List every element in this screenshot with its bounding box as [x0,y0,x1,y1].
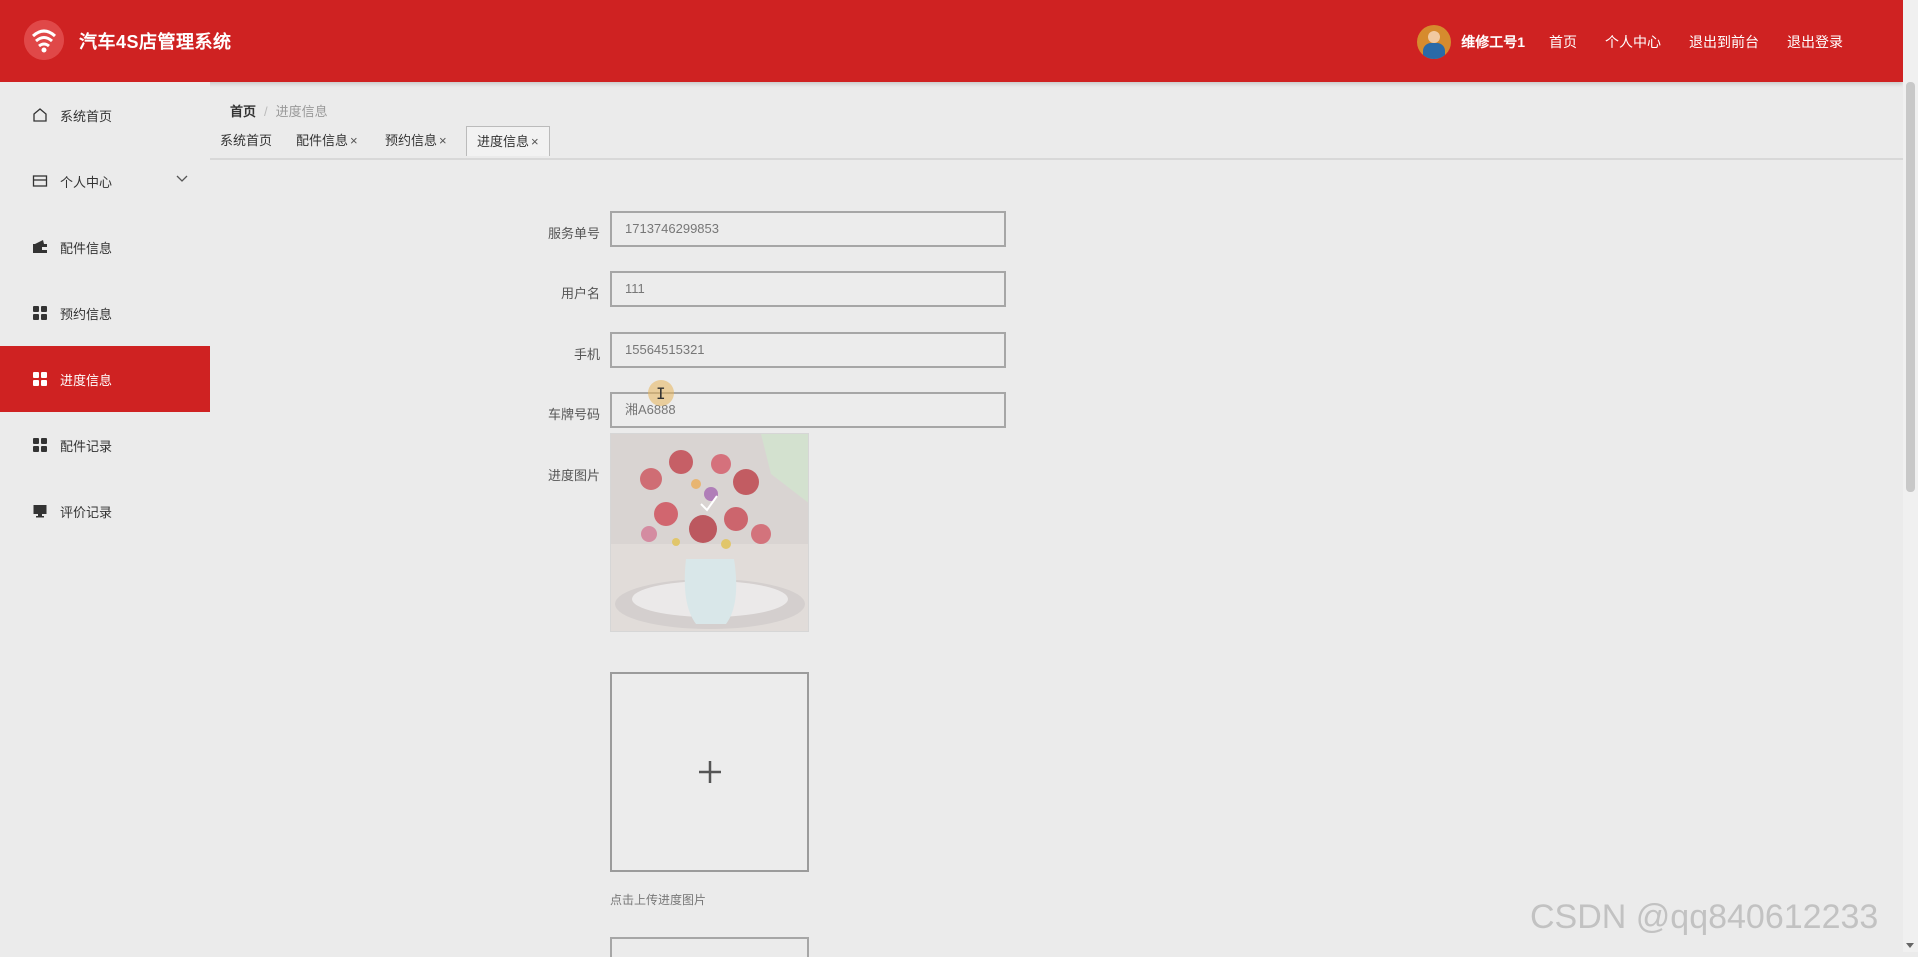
monitor-icon [32,503,48,519]
service-no-label: 服务单号 [547,226,600,241]
vertical-scrollbar[interactable] [1903,0,1918,952]
scroll-down-arrow-icon[interactable] [1906,943,1914,948]
phone-label: 手机 [573,347,600,362]
nav-profile-link[interactable]: 个人中心 [1605,32,1661,52]
sidebar: 系统首页 个人中心 配件信息 预约信息 进度信息 配件记录 评价记录 [0,82,210,952]
home-icon [32,107,48,123]
username: 维修工号1 [1461,34,1525,50]
sidebar-item-label: 预约信息 [60,306,113,322]
sidebar-item-label: 进度信息 [60,372,113,388]
user-info[interactable]: 维修工号1 [1417,25,1525,59]
breadcrumb-home[interactable]: 首页 [230,104,256,119]
partial-select-field[interactable] [610,937,809,957]
tab-label: 预约信息 [385,133,438,148]
progress-image-preview[interactable] [610,433,809,632]
nav-logout-link[interactable]: 退出登录 [1787,32,1843,52]
avatar [1417,25,1452,59]
upload-image-button[interactable] [610,672,809,872]
sidebar-item-label: 系统首页 [60,108,113,124]
scroll-thumb[interactable] [1906,82,1915,492]
tab-label: 系统首页 [220,133,273,148]
tab-label: 配件信息 [296,133,349,148]
tab-home[interactable]: 系统首页 [210,126,282,156]
sidebar-item-label: 个人中心 [60,174,113,190]
sidebar-item-label: 配件记录 [60,438,113,454]
partial-field-label [543,946,603,956]
grid-icon [32,305,48,321]
sidebar-item-home[interactable]: 系统首页 [0,82,210,148]
progress-image-label: 进度图片 [547,468,600,483]
phone-field[interactable]: 15564515321 [610,332,1006,368]
tab-parts[interactable]: 配件信息 × [286,126,368,156]
nav-home-link[interactable]: 首页 [1549,32,1577,52]
flower-vase-image [611,434,808,631]
app-logo [24,20,64,60]
breadcrumb: 首页 / 进度信息 [230,101,328,120]
close-icon[interactable]: × [439,133,447,148]
sidebar-item-profile[interactable]: 个人中心 [0,148,210,214]
tab-progress[interactable]: 进度信息 × [466,126,550,156]
sidebar-item-label: 评价记录 [60,504,113,520]
sidebar-item-parts-record[interactable]: 配件记录 [0,412,210,478]
sidebar-item-label: 配件信息 [60,240,113,256]
header-nav: 维修工号1 首页 个人中心 退出到前台 退出登录 [1417,25,1843,59]
breadcrumb-current: 进度信息 [275,104,328,119]
grid-icon [32,437,48,453]
top-header: 汽车4S店管理系统 维修工号1 首页 个人中心 退出到前台 退出登录 [0,0,1903,82]
text-cursor-icon: I [656,384,666,403]
close-icon[interactable]: × [350,133,358,148]
wallet-icon [32,239,48,255]
chevron-down-icon [176,172,188,187]
tab-bar: 系统首页 配件信息 × 预约信息 × 进度信息 × [210,126,1903,160]
plate-label: 车牌号码 [547,407,600,422]
close-icon[interactable]: × [531,134,539,149]
upload-hint: 点击上传进度图片 [610,893,707,907]
sidebar-item-review[interactable]: 评价记录 [0,478,210,544]
breadcrumb-separator: / [264,104,268,119]
sidebar-item-reservation[interactable]: 预约信息 [0,280,210,346]
card-icon [32,173,48,189]
tab-reservation[interactable]: 预约信息 × [375,126,457,156]
grid-icon [32,371,48,387]
service-no-field[interactable]: 1713746299853 [610,211,1006,247]
app-title: 汽车4S店管理系统 [79,32,232,52]
plus-icon [698,761,721,783]
username-label: 用户名 [560,286,600,301]
watermark: CSDN @qq840612233 [1530,898,1879,936]
nav-frontend-link[interactable]: 退出到前台 [1689,32,1759,52]
tab-label: 进度信息 [477,134,530,149]
username-field[interactable]: 111 [610,271,1006,307]
sidebar-item-parts[interactable]: 配件信息 [0,214,210,280]
sidebar-item-progress[interactable]: 进度信息 [0,346,210,412]
